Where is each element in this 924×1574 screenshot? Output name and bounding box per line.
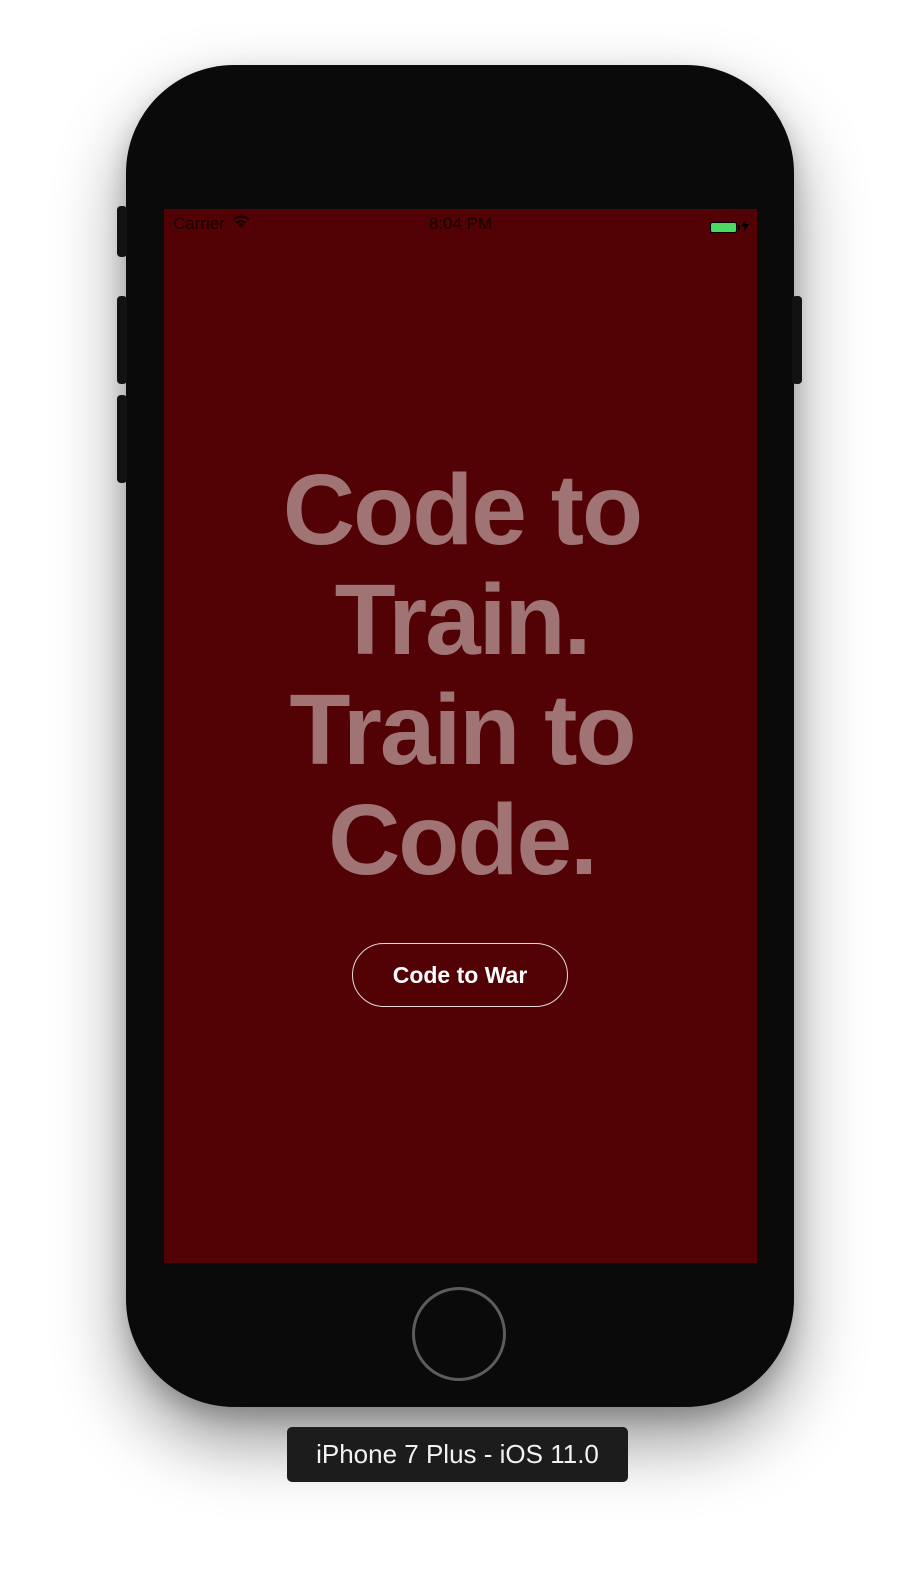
battery-group [710,217,749,237]
status-time: 8:04 PM [428,214,493,233]
status-bar: Carrier 8:04 PM [164,209,757,239]
headline-line-2: Train. [334,564,592,676]
power-button [792,296,802,384]
charging-bolt-icon [741,217,749,237]
battery-icon [710,221,740,233]
device-label: iPhone 7 Plus - iOS 11.0 [287,1427,628,1482]
headline-line-1: Code to [282,454,643,566]
battery-nub [738,224,740,230]
code-to-war-button[interactable]: Code to War [352,943,568,1007]
home-button[interactable] [412,1287,506,1381]
headline-line-3: Train to [289,674,636,786]
headline: Code to Train. Train to Code. [0,455,924,895]
mute-switch [117,206,127,257]
volume-up-button [117,296,127,384]
headline-line-4: Code. [328,784,598,896]
battery-level-fill [711,222,736,232]
simulator-stage: Carrier 8:04 PM Code to Train. Train to … [0,0,924,1574]
